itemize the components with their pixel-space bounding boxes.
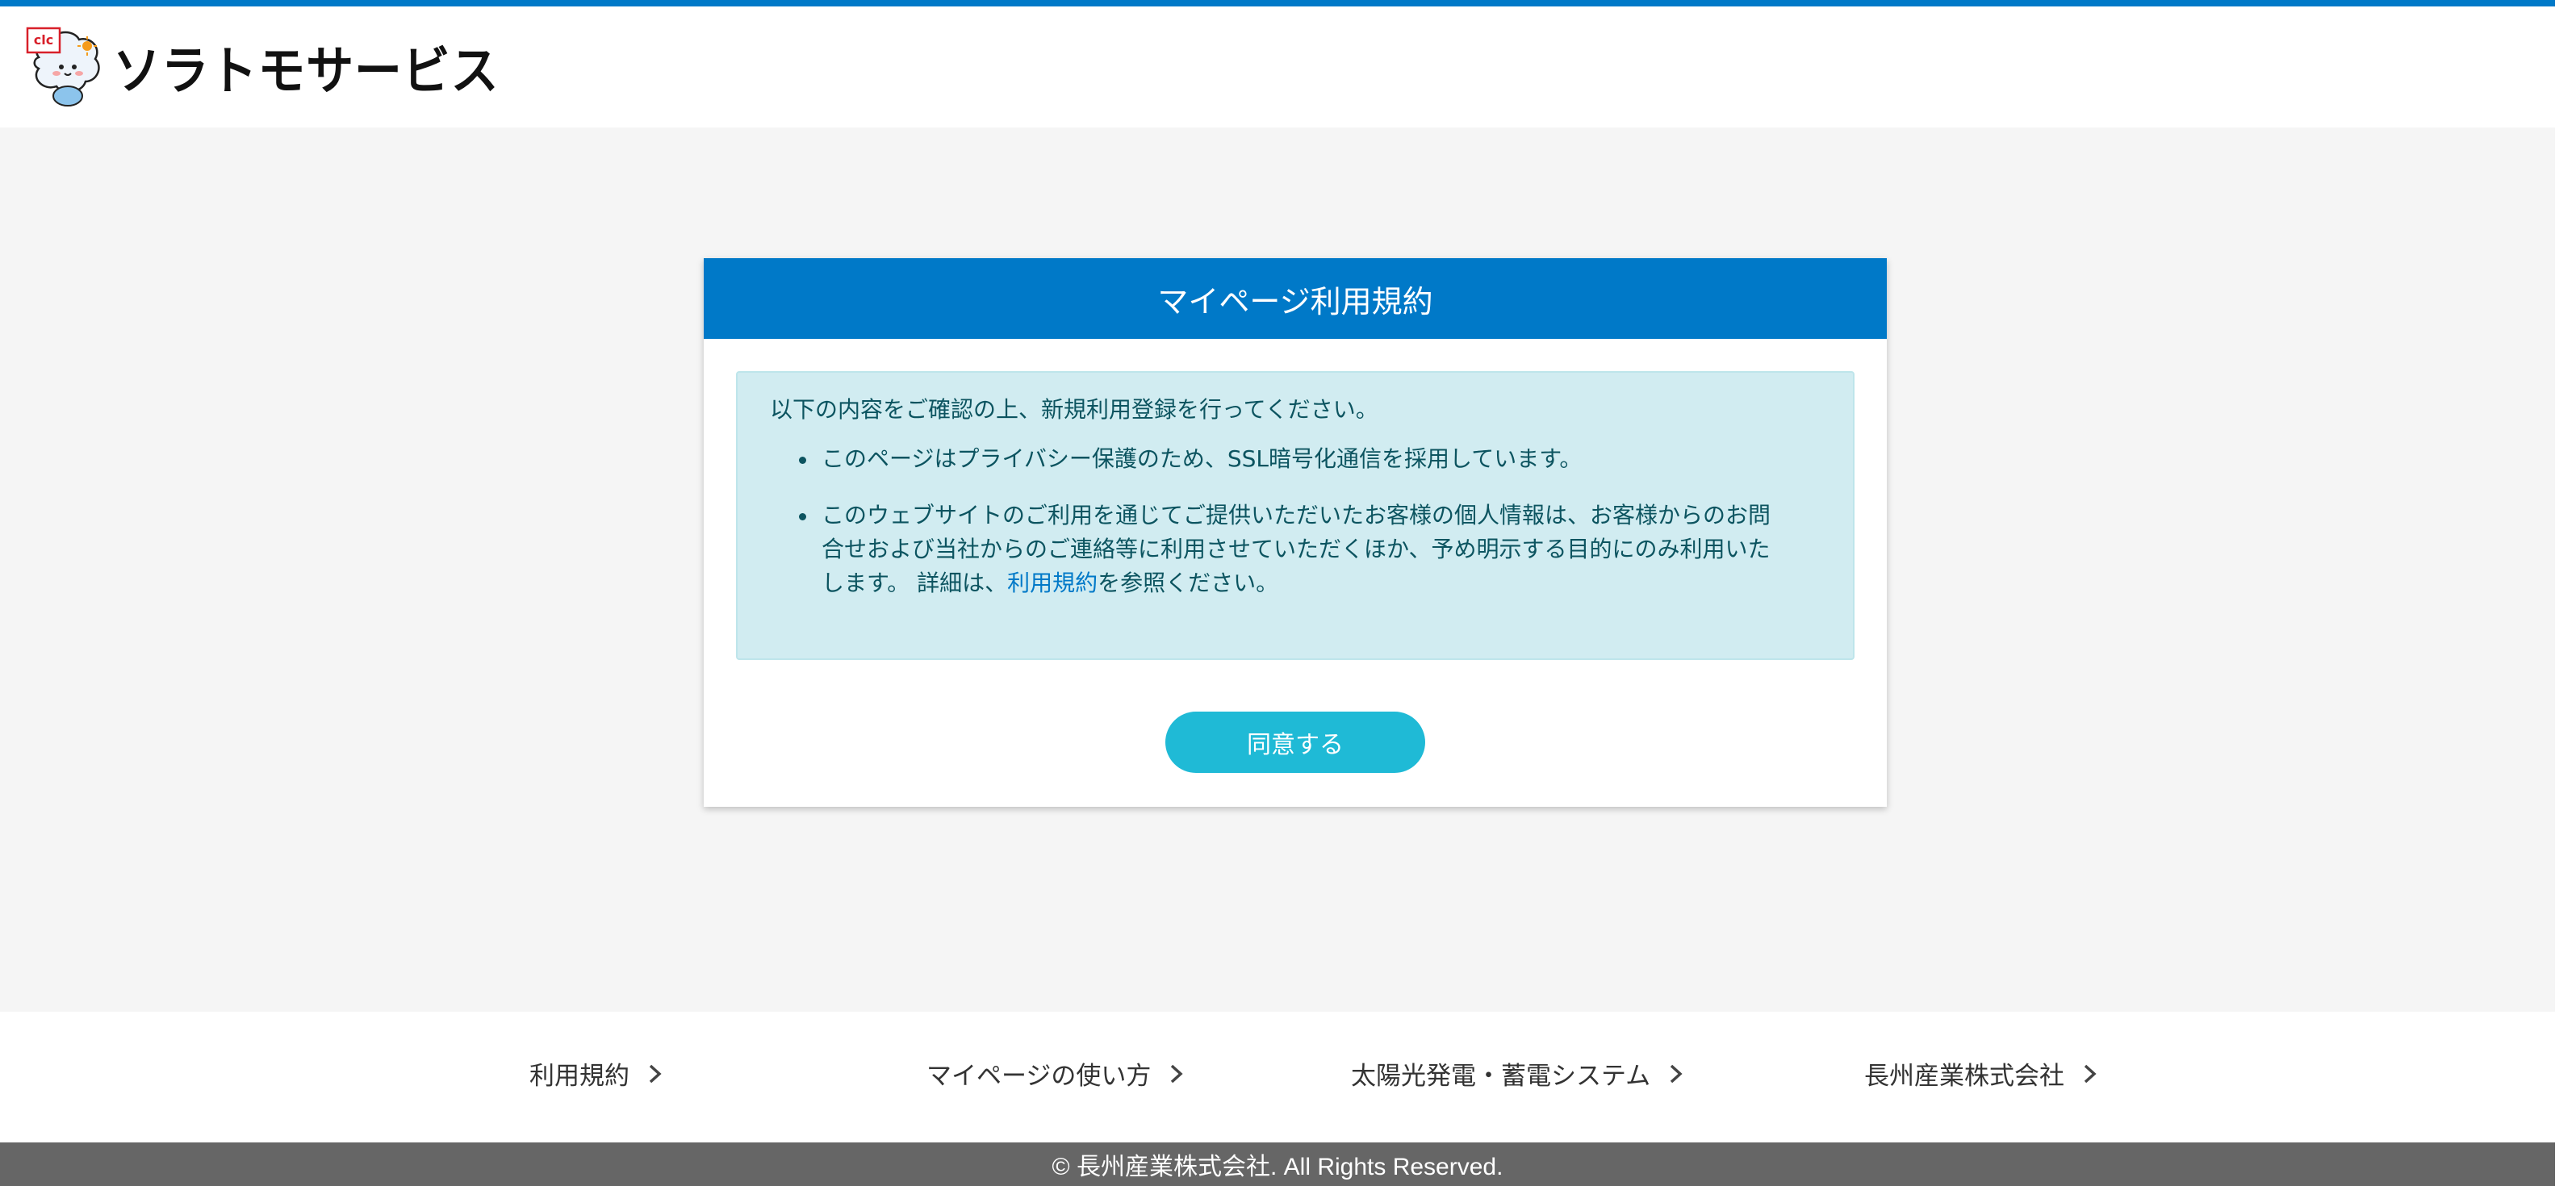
chevron-right-icon	[1670, 1064, 1683, 1083]
notice-list: このページはプライバシー保護のため、SSL暗号化通信を採用しています。 このウェ…	[770, 442, 1821, 600]
footer-link-label: 利用規約	[529, 1062, 629, 1091]
intro-text: 以下の内容をご確認の上、新規利用登録を行ってください。	[770, 396, 1378, 423]
footer-link-howto[interactable]: マイページの使い方	[926, 1055, 1186, 1092]
footer-link-solar[interactable]: 太陽光発電・蓄電システム	[1351, 1055, 1686, 1092]
terms-link[interactable]: 利用規約	[1007, 570, 1098, 596]
privacy-line-3: します。 詳細は、	[822, 570, 1008, 596]
privacy-line-1: このウェブサイトのご利用を通じてご提供いただいたお客様の個人情報は、お客様からの…	[822, 502, 1771, 528]
agree-button[interactable]: 同意する	[1165, 712, 1425, 773]
list-item-ssl: このページはプライバシー保護のため、SSL暗号化通信を採用しています。	[799, 442, 1821, 476]
footer-nav: 利用規約 マイページの使い方 太陽光発電・蓄電システム 長州産業株式会社	[0, 1012, 2555, 1142]
site-header: clc ソラトモサービス	[0, 6, 2576, 127]
brand-name: ソラトモサービス	[113, 42, 500, 102]
privacy-line-3-end: を参照ください。	[1098, 570, 1279, 596]
copyright-text: © 長州産業株式会社. All Rights Reserved.	[1052, 1154, 1503, 1180]
chevron-right-icon	[649, 1064, 662, 1083]
footer-link-label: マイページの使い方	[926, 1062, 1152, 1091]
svg-text:clc: clc	[34, 32, 53, 48]
chevron-right-icon	[2084, 1064, 2097, 1083]
site-logo[interactable]: clc ソラトモサービス	[24, 25, 533, 109]
footer-link-terms[interactable]: 利用規約	[529, 1055, 665, 1092]
footer-link-label: 太陽光発電・蓄電システム	[1351, 1062, 1651, 1091]
info-alert: 以下の内容をご確認の上、新規利用登録を行ってください。 このページはプライバシー…	[736, 371, 1855, 660]
mascot-logo-icon: clc	[26, 27, 100, 106]
ssl-text: このページはプライバシー保護のため、SSL暗号化通信を採用しています。	[822, 445, 1583, 472]
footer-link-label: 長州産業株式会社	[1864, 1062, 2064, 1091]
chevron-right-icon	[1171, 1064, 1183, 1083]
list-item-privacy: このウェブサイトのご利用を通じてご提供いただいたお客様の個人情報は、お客様からの…	[799, 499, 1821, 600]
top-accent-bar	[0, 0, 2576, 6]
right-edge-strip	[2555, 0, 2576, 1186]
footer-link-company[interactable]: 長州産業株式会社	[1864, 1055, 2100, 1092]
card-title: マイページ利用規約	[704, 258, 1887, 339]
privacy-line-2: 合せおよび当社からのご連絡等に利用させていただくほか、予め明示する目的にのみ利用…	[822, 536, 1771, 562]
copyright-bar: © 長州産業株式会社. All Rights Reserved.	[0, 1142, 2555, 1186]
terms-card: マイページ利用規約 以下の内容をご確認の上、新規利用登録を行ってください。 この…	[704, 258, 1887, 807]
